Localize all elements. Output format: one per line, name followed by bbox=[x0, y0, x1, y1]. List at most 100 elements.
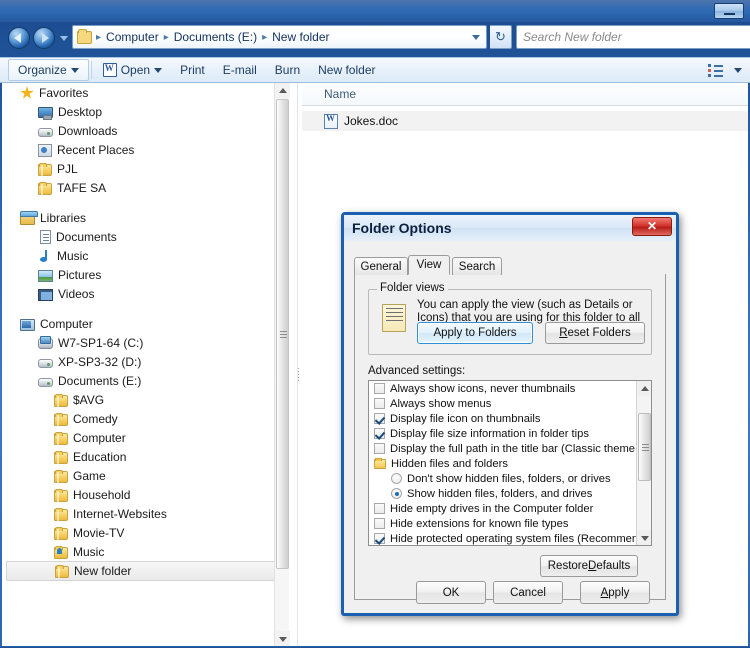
apply-to-folders-button[interactable]: Apply to Folders bbox=[417, 322, 533, 344]
scroll-up-arrow-icon[interactable] bbox=[275, 83, 290, 98]
address-field[interactable]: ▸ Computer ▸ Documents (E:) ▸ New folder bbox=[72, 25, 487, 49]
forward-arrow-icon[interactable] bbox=[33, 27, 55, 49]
sidebar-label: TAFE SA bbox=[57, 180, 107, 195]
sidebar-item-documents[interactable]: Documents bbox=[2, 227, 285, 246]
sidebar-item-videos[interactable]: Videos bbox=[2, 284, 285, 303]
sidebar-item-tafe-sa[interactable]: TAFE SA bbox=[2, 178, 285, 197]
breadcrumb-documents-e[interactable]: Documents (E:) bbox=[171, 29, 260, 45]
pane-splitter[interactable] bbox=[297, 83, 299, 646]
checkbox-unchecked-icon[interactable] bbox=[374, 503, 385, 514]
breadcrumb-separator-0: ▸ bbox=[96, 31, 102, 43]
sidebar-section-favorites[interactable]: Favorites bbox=[2, 83, 285, 102]
sidebar-item-documents-e[interactable]: Documents (E:) bbox=[2, 371, 285, 390]
breadcrumb-separator-2: ▸ bbox=[262, 31, 268, 43]
list-item[interactable]: Hide empty drives in the Computer folder bbox=[369, 501, 637, 516]
sidebar-item-comedy[interactable]: Comedy bbox=[2, 409, 285, 428]
sidebar-item-xp-sp3-32-d[interactable]: XP-SP3-32 (D:) bbox=[2, 352, 285, 371]
word-document-icon bbox=[324, 113, 338, 129]
list-item[interactable]: Show hidden files, folders, and drives bbox=[369, 486, 637, 501]
list-item-label: Show hidden files, folders, and drives bbox=[407, 487, 593, 500]
print-button[interactable]: Print bbox=[171, 59, 214, 81]
list-item-highlighted-hide-extensions[interactable]: Hide extensions for known file types bbox=[369, 516, 637, 531]
breadcrumb-computer[interactable]: Computer bbox=[103, 29, 162, 45]
checkbox-unchecked-icon[interactable] bbox=[374, 383, 385, 394]
list-item-label: Display the full path in the title bar (… bbox=[390, 442, 652, 455]
address-bar-row: ▸ Computer ▸ Documents (E:) ▸ New folder… bbox=[0, 22, 750, 54]
sidebar-item-game[interactable]: Game bbox=[2, 466, 285, 485]
drive-icon bbox=[38, 377, 53, 387]
apply-button[interactable]: Apply bbox=[580, 581, 650, 604]
sidebar-item-downloads[interactable]: Downloads bbox=[2, 121, 285, 140]
minimize-button[interactable] bbox=[714, 3, 744, 19]
checkbox-checked-icon[interactable] bbox=[374, 533, 385, 544]
new-folder-button[interactable]: New folder bbox=[309, 59, 384, 81]
sidebar-section-libraries[interactable]: Libraries bbox=[2, 208, 285, 227]
refresh-button[interactable]: ↻ bbox=[490, 25, 512, 49]
radio-unselected-icon[interactable] bbox=[391, 473, 402, 484]
checkbox-checked-icon[interactable] bbox=[374, 413, 385, 424]
tab-view[interactable]: View bbox=[408, 255, 450, 275]
scroll-down-arrow-icon[interactable] bbox=[275, 631, 290, 646]
sidebar-item-music[interactable]: Music bbox=[2, 246, 285, 265]
list-item[interactable]: Always show icons, never thumbnails bbox=[369, 381, 637, 396]
column-header-name[interactable]: Name bbox=[302, 83, 748, 106]
checkbox-unchecked-icon[interactable] bbox=[374, 443, 385, 454]
breadcrumb-new-folder[interactable]: New folder bbox=[269, 29, 332, 45]
checkbox-checked-icon[interactable] bbox=[374, 428, 385, 439]
change-view-icon[interactable] bbox=[708, 63, 724, 77]
scrollbar-thumb[interactable] bbox=[638, 413, 651, 481]
listbox-scrollbar[interactable] bbox=[636, 381, 651, 545]
sidebar-item-education[interactable]: Education bbox=[2, 447, 285, 466]
address-chevron-down-icon[interactable] bbox=[472, 35, 480, 40]
folder-icon bbox=[54, 431, 68, 445]
music-folder-icon bbox=[54, 545, 68, 559]
checkbox-unchecked-icon[interactable] bbox=[374, 518, 385, 529]
list-item[interactable]: Display the full path in the title bar (… bbox=[369, 441, 651, 456]
ok-button[interactable]: OK bbox=[416, 581, 486, 604]
list-item[interactable]: Display file icon on thumbnails bbox=[369, 411, 637, 426]
restore-defaults-button[interactable]: Restore Defaults bbox=[540, 555, 638, 577]
tab-search[interactable]: Search bbox=[452, 257, 502, 275]
sidebar-item-desktop[interactable]: Desktop bbox=[2, 102, 285, 121]
email-button[interactable]: E-mail bbox=[214, 59, 266, 81]
organize-button[interactable]: Organize bbox=[8, 59, 89, 81]
advanced-settings-listbox[interactable]: Always show icons, never thumbnails Alwa… bbox=[368, 380, 652, 546]
open-button[interactable]: Open bbox=[94, 59, 171, 81]
sidebar-item-household[interactable]: Household bbox=[2, 485, 285, 504]
sidebar-item-internet-websites[interactable]: Internet-Websites bbox=[2, 504, 285, 523]
checkbox-unchecked-icon[interactable] bbox=[374, 398, 385, 409]
list-item[interactable]: Display file size information in folder … bbox=[369, 426, 637, 441]
sidebar-item-music-folder[interactable]: Music bbox=[2, 542, 285, 561]
table-row[interactable]: Jokes.doc bbox=[302, 111, 748, 131]
cancel-button[interactable]: Cancel bbox=[493, 581, 563, 604]
tab-general[interactable]: General bbox=[354, 257, 408, 275]
reset-folders-button[interactable]: Reset Folders bbox=[545, 322, 645, 344]
sidebar-section-computer[interactable]: Computer bbox=[2, 314, 285, 333]
scroll-down-arrow-icon[interactable] bbox=[637, 530, 651, 545]
list-item[interactable]: Always show menus bbox=[369, 396, 637, 411]
sidebar-item-w7-sp1-64-c[interactable]: W7-SP1-64 (C:) bbox=[2, 333, 285, 352]
video-icon bbox=[38, 288, 53, 301]
close-icon[interactable]: ✕ bbox=[632, 217, 672, 236]
navigation-scrollbar[interactable] bbox=[274, 83, 290, 646]
radio-selected-icon[interactable] bbox=[391, 488, 402, 499]
computer-icon bbox=[20, 318, 35, 331]
document-icon bbox=[40, 229, 51, 244]
list-item-label: Always show icons, never thumbnails bbox=[390, 382, 576, 395]
sidebar-item-movie-tv[interactable]: Movie-TV bbox=[2, 523, 285, 542]
search-input[interactable]: Search New folder bbox=[516, 25, 750, 49]
list-item[interactable]: Don't show hidden files, folders, or dri… bbox=[369, 471, 637, 486]
scrollbar-thumb[interactable] bbox=[276, 99, 289, 569]
view-chevron-down-icon[interactable] bbox=[734, 67, 742, 73]
sidebar-item-new-folder[interactable]: New folder bbox=[6, 561, 277, 581]
sidebar-item-pictures[interactable]: Pictures bbox=[2, 265, 285, 284]
sidebar-item-pjl[interactable]: PJL bbox=[2, 159, 285, 178]
sidebar-item-recent-places[interactable]: Recent Places bbox=[2, 140, 285, 159]
back-arrow-icon[interactable] bbox=[8, 27, 30, 49]
scroll-up-arrow-icon[interactable] bbox=[637, 381, 651, 396]
list-item-highlighted-hide-protected-os[interactable]: Hide protected operating system files (R… bbox=[369, 531, 651, 545]
recent-pages-chevron-down-icon[interactable] bbox=[60, 36, 68, 41]
sidebar-item-savg[interactable]: $AVG bbox=[2, 390, 285, 409]
burn-button[interactable]: Burn bbox=[266, 59, 309, 81]
sidebar-item-computer-folder[interactable]: Computer bbox=[2, 428, 285, 447]
